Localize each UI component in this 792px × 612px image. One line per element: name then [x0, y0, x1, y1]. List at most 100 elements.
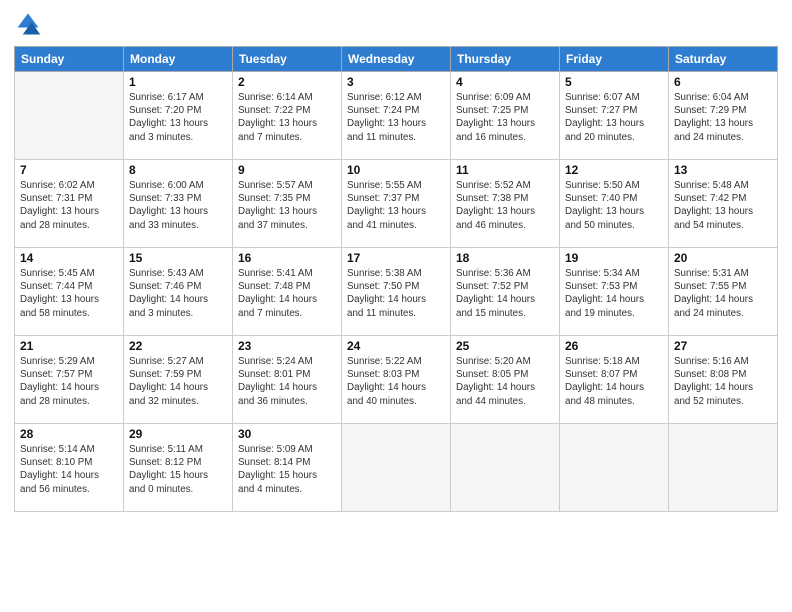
day-info: Sunrise: 6:00 AM Sunset: 7:33 PM Dayligh… [129, 179, 227, 232]
week-row-1: 1 Sunrise: 6:17 AM Sunset: 7:20 PM Daylig… [15, 72, 778, 160]
cell-week3-day5: 19 Sunrise: 5:34 AM Sunset: 7:53 PM Dayli… [560, 248, 669, 336]
day-number: 18 [456, 251, 554, 265]
day-info: Sunrise: 5:45 AM Sunset: 7:44 PM Dayligh… [20, 267, 118, 320]
day-number: 19 [565, 251, 663, 265]
day-number: 21 [20, 339, 118, 353]
cell-week2-day4: 11Sunrise: 5:52 AM Sunset: 7:38 PM Dayli… [451, 160, 560, 248]
day-number: 30 [238, 427, 336, 441]
cell-week3-day2: 16 Sunrise: 5:41 AM Sunset: 7:48 PM Dayli… [233, 248, 342, 336]
day-info: Sunrise: 6:07 AM Sunset: 7:27 PM Dayligh… [565, 91, 663, 144]
day-number: 26 [565, 339, 663, 353]
cell-week4-day5: 26 Sunrise: 5:18 AM Sunset: 8:07 PM Dayli… [560, 336, 669, 424]
header [14, 10, 778, 38]
day-info: Sunrise: 5:31 AM Sunset: 7:55 PM Dayligh… [674, 267, 772, 320]
cell-week3-day0: 14 Sunrise: 5:45 AM Sunset: 7:44 PM Dayli… [15, 248, 124, 336]
col-header-thursday: Thursday [451, 47, 560, 72]
cell-week5-day5 [560, 424, 669, 512]
col-header-monday: Monday [124, 47, 233, 72]
col-header-wednesday: Wednesday [342, 47, 451, 72]
cell-week1-day0 [15, 72, 124, 160]
day-info: Sunrise: 6:17 AM Sunset: 7:20 PM Dayligh… [129, 91, 227, 144]
day-info: Sunrise: 5:27 AM Sunset: 7:59 PM Dayligh… [129, 355, 227, 408]
col-header-saturday: Saturday [669, 47, 778, 72]
day-info: Sunrise: 5:50 AM Sunset: 7:40 PM Dayligh… [565, 179, 663, 232]
day-info: Sunrise: 6:09 AM Sunset: 7:25 PM Dayligh… [456, 91, 554, 144]
day-number: 7 [20, 163, 118, 177]
cell-week2-day2: 9Sunrise: 5:57 AM Sunset: 7:35 PM Daylig… [233, 160, 342, 248]
logo-icon [14, 10, 42, 38]
cell-week3-day4: 18 Sunrise: 5:36 AM Sunset: 7:52 PM Dayli… [451, 248, 560, 336]
day-number: 14 [20, 251, 118, 265]
day-info: Sunrise: 5:11 AM Sunset: 8:12 PM Dayligh… [129, 443, 227, 496]
cell-week1-day4: 4 Sunrise: 6:09 AM Sunset: 7:25 PM Daylig… [451, 72, 560, 160]
day-number: 8 [129, 163, 227, 177]
day-info: Sunrise: 5:36 AM Sunset: 7:52 PM Dayligh… [456, 267, 554, 320]
day-number: 25 [456, 339, 554, 353]
day-info: Sunrise: 6:14 AM Sunset: 7:22 PM Dayligh… [238, 91, 336, 144]
day-number: 24 [347, 339, 445, 353]
day-info: Sunrise: 6:04 AM Sunset: 7:29 PM Dayligh… [674, 91, 772, 144]
day-info: Sunrise: 5:22 AM Sunset: 8:03 PM Dayligh… [347, 355, 445, 408]
cell-week4-day4: 25 Sunrise: 5:20 AM Sunset: 8:05 PM Dayli… [451, 336, 560, 424]
day-number: 9 [238, 163, 336, 177]
day-info: Sunrise: 5:38 AM Sunset: 7:50 PM Dayligh… [347, 267, 445, 320]
cell-week2-day0: 7 Sunrise: 6:02 AM Sunset: 7:31 PM Daylig… [15, 160, 124, 248]
day-number: 16 [238, 251, 336, 265]
cell-week1-day5: 5 Sunrise: 6:07 AM Sunset: 7:27 PM Daylig… [560, 72, 669, 160]
day-number: 13 [674, 163, 772, 177]
day-number: 15 [129, 251, 227, 265]
cell-week5-day6 [669, 424, 778, 512]
day-number: 12 [565, 163, 663, 177]
cell-week2-day3: 10 Sunrise: 5:55 AM Sunset: 7:37 PM Dayli… [342, 160, 451, 248]
cell-week4-day1: 22 Sunrise: 5:27 AM Sunset: 7:59 PM Dayli… [124, 336, 233, 424]
day-info: Sunrise: 5:20 AM Sunset: 8:05 PM Dayligh… [456, 355, 554, 408]
day-info: Sunrise: 5:48 AM Sunset: 7:42 PM Dayligh… [674, 179, 772, 232]
cell-week1-day2: 2 Sunrise: 6:14 AM Sunset: 7:22 PM Daylig… [233, 72, 342, 160]
cell-week2-day6: 13 Sunrise: 5:48 AM Sunset: 7:42 PM Dayli… [669, 160, 778, 248]
day-info: Sunrise: 6:12 AM Sunset: 7:24 PM Dayligh… [347, 91, 445, 144]
day-number: 27 [674, 339, 772, 353]
week-row-4: 21Sunrise: 5:29 AM Sunset: 7:57 PM Dayli… [15, 336, 778, 424]
day-number: 4 [456, 75, 554, 89]
cell-week2-day5: 12 Sunrise: 5:50 AM Sunset: 7:40 PM Dayli… [560, 160, 669, 248]
logo [14, 10, 46, 38]
day-number: 5 [565, 75, 663, 89]
day-number: 22 [129, 339, 227, 353]
cell-week3-day6: 20Sunrise: 5:31 AM Sunset: 7:55 PM Dayli… [669, 248, 778, 336]
day-number: 29 [129, 427, 227, 441]
day-number: 23 [238, 339, 336, 353]
day-info: Sunrise: 6:02 AM Sunset: 7:31 PM Dayligh… [20, 179, 118, 232]
col-header-sunday: Sunday [15, 47, 124, 72]
day-info: Sunrise: 5:52 AM Sunset: 7:38 PM Dayligh… [456, 179, 554, 232]
cell-week5-day0: 28 Sunrise: 5:14 AM Sunset: 8:10 PM Dayli… [15, 424, 124, 512]
week-row-2: 7 Sunrise: 6:02 AM Sunset: 7:31 PM Daylig… [15, 160, 778, 248]
cell-week4-day0: 21Sunrise: 5:29 AM Sunset: 7:57 PM Dayli… [15, 336, 124, 424]
day-info: Sunrise: 5:41 AM Sunset: 7:48 PM Dayligh… [238, 267, 336, 320]
day-info: Sunrise: 5:16 AM Sunset: 8:08 PM Dayligh… [674, 355, 772, 408]
calendar: SundayMondayTuesdayWednesdayThursdayFrid… [14, 46, 778, 512]
day-info: Sunrise: 5:34 AM Sunset: 7:53 PM Dayligh… [565, 267, 663, 320]
week-row-3: 14 Sunrise: 5:45 AM Sunset: 7:44 PM Dayli… [15, 248, 778, 336]
day-info: Sunrise: 5:18 AM Sunset: 8:07 PM Dayligh… [565, 355, 663, 408]
day-info: Sunrise: 5:24 AM Sunset: 8:01 PM Dayligh… [238, 355, 336, 408]
cell-week2-day1: 8 Sunrise: 6:00 AM Sunset: 7:33 PM Daylig… [124, 160, 233, 248]
page: SundayMondayTuesdayWednesdayThursdayFrid… [0, 0, 792, 612]
day-number: 2 [238, 75, 336, 89]
day-number: 10 [347, 163, 445, 177]
cell-week5-day2: 30 Sunrise: 5:09 AM Sunset: 8:14 PM Dayli… [233, 424, 342, 512]
day-number: 1 [129, 75, 227, 89]
day-info: Sunrise: 5:09 AM Sunset: 8:14 PM Dayligh… [238, 443, 336, 496]
cell-week1-day6: 6 Sunrise: 6:04 AM Sunset: 7:29 PM Daylig… [669, 72, 778, 160]
day-info: Sunrise: 5:14 AM Sunset: 8:10 PM Dayligh… [20, 443, 118, 496]
cell-week4-day3: 24 Sunrise: 5:22 AM Sunset: 8:03 PM Dayli… [342, 336, 451, 424]
day-info: Sunrise: 5:43 AM Sunset: 7:46 PM Dayligh… [129, 267, 227, 320]
cell-week5-day3 [342, 424, 451, 512]
cell-week5-day1: 29 Sunrise: 5:11 AM Sunset: 8:12 PM Dayli… [124, 424, 233, 512]
day-info: Sunrise: 5:55 AM Sunset: 7:37 PM Dayligh… [347, 179, 445, 232]
day-number: 28 [20, 427, 118, 441]
header-row: SundayMondayTuesdayWednesdayThursdayFrid… [15, 47, 778, 72]
cell-week4-day2: 23 Sunrise: 5:24 AM Sunset: 8:01 PM Dayli… [233, 336, 342, 424]
cell-week5-day4 [451, 424, 560, 512]
day-number: 6 [674, 75, 772, 89]
cell-week4-day6: 27 Sunrise: 5:16 AM Sunset: 8:08 PM Dayli… [669, 336, 778, 424]
